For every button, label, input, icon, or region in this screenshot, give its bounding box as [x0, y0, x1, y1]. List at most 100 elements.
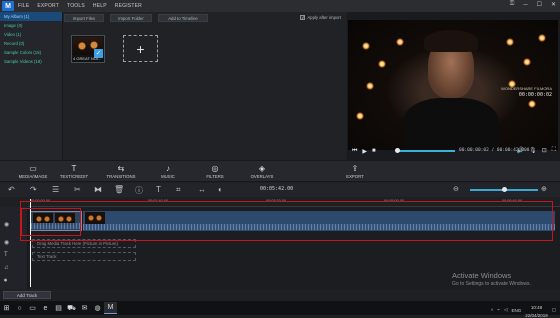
highlight-box	[20, 201, 553, 241]
tray-chevron-icon[interactable]: ^	[491, 308, 493, 313]
zoom-out-icon[interactable]: ⊖	[453, 185, 459, 193]
media-thumbnail[interactable]: ✓ 4 GREAT NOI...	[71, 35, 105, 63]
maximize-icon[interactable]: ☐	[537, 1, 542, 8]
snapshot-icon[interactable]: ⊡	[542, 147, 547, 154]
import-files-button[interactable]: Import Files	[64, 14, 104, 22]
activate-subtitle: Go to Settings to activate Windows.	[452, 281, 531, 287]
filters-icon: ◎	[211, 164, 219, 173]
tab-overlays[interactable]: ◈ OVERLAYS	[237, 164, 287, 179]
tab-export[interactable]: ⇪ EXPORT	[330, 164, 380, 179]
system-tray: ^ ⌁ ◁ ENG 10:48 22/04/2019 ▢	[491, 302, 556, 318]
video-preview[interactable]: WONDERSHARE FILMORA 00:00:00:02	[348, 20, 558, 150]
pip-track-eye-icon[interactable]: ◉	[4, 239, 9, 246]
text-icon: T	[71, 164, 77, 173]
menu-file[interactable]: FILE	[18, 3, 29, 9]
network-icon[interactable]: ⌁	[497, 307, 500, 313]
library-item-video[interactable]: Video (1)	[0, 30, 62, 39]
tab-filters[interactable]: ◎ FILTERS	[190, 164, 240, 179]
library-item-sample-videos[interactable]: Sample Videos (18)	[0, 57, 62, 66]
undo-icon[interactable]: ↶	[8, 185, 15, 194]
video-track-eye-icon[interactable]: ◉	[4, 221, 9, 228]
light-bulb	[366, 82, 374, 90]
zoom-in-icon[interactable]: ⊕	[541, 185, 547, 193]
cut-icon[interactable]: ✂	[74, 185, 81, 194]
filmora-taskbar-icon[interactable]: M	[104, 302, 117, 314]
overlays-icon: ◈	[258, 164, 266, 173]
add-to-timeline-button[interactable]: Add to Timeline	[158, 14, 208, 22]
tab-text-credit[interactable]: T TEXT/CREDIT	[49, 164, 99, 179]
title-bar: M FILE EXPORT TOOLS HELP REGISTER ⚿ ─ ☐ …	[0, 0, 560, 12]
apply-after-import[interactable]: ✓ Apply after import	[300, 15, 341, 20]
add-track-button[interactable]: Add Track	[3, 291, 51, 299]
library-item-image[interactable]: Image (0)	[0, 21, 62, 30]
store-icon[interactable]: ⛟	[65, 302, 78, 314]
tab-transitions[interactable]: ⇆ TRANSITIONS	[96, 164, 146, 179]
light-bulb	[396, 38, 404, 46]
library-item-sample-colors[interactable]: Sample Colors (15)	[0, 48, 62, 57]
plus-icon[interactable]: +	[123, 35, 158, 62]
color-icon[interactable]: ◐	[218, 185, 223, 194]
close-icon[interactable]: ✕	[551, 1, 556, 8]
fullscreen-icon[interactable]: ⛶	[552, 147, 556, 154]
tab-label: TEXT/CREDIT	[59, 174, 89, 179]
import-folder-button[interactable]: Import Folder	[110, 14, 152, 22]
microphone-icon[interactable]: 🎙	[529, 147, 537, 154]
windows-start-icon[interactable]: ⊞	[0, 302, 13, 314]
tab-label: MUSIC	[161, 174, 175, 179]
music-icon: ♪	[166, 164, 170, 173]
crop-icon[interactable]: ⌗	[176, 185, 181, 195]
preview-time: 00:00:00:02	[518, 92, 552, 98]
search-icon[interactable]: ○	[13, 302, 26, 314]
effects-bar: ▭ MEDIA/IMAGE T TEXT/CREDIT ⇆ TRANSITION…	[0, 160, 560, 182]
library-item-record[interactable]: Record (0)	[0, 39, 62, 48]
checkbox-icon[interactable]: ✓	[300, 15, 306, 20]
library-item-my-album[interactable]: My Album (1)	[0, 12, 62, 21]
window-controls: ⚿ ─ ☐ ✕	[510, 1, 556, 8]
task-view-icon[interactable]: ▭	[26, 302, 39, 314]
file-explorer-icon[interactable]: ▤	[52, 302, 65, 314]
person-hair	[424, 30, 478, 52]
menu-help[interactable]: HELP	[93, 3, 107, 9]
light-bulb	[356, 112, 364, 120]
redo-icon[interactable]: ↷	[30, 185, 37, 194]
tab-label: FILTERS	[206, 174, 224, 179]
preview-panel: WONDERSHARE FILMORA 00:00:00:02	[347, 12, 560, 160]
edge-icon[interactable]: e	[39, 302, 52, 314]
chrome-icon[interactable]: ◍	[91, 302, 104, 314]
menu-tools[interactable]: TOOLS	[67, 3, 85, 9]
windows-taskbar: ⊞ ○ ▭ e ▤ ⛟ ✉ ◍ M ^ ⌁ ◁ ENG 10:48 22/04/…	[0, 301, 560, 318]
split-icon[interactable]: ⧓	[94, 185, 102, 194]
mail-icon[interactable]: ✉	[78, 302, 91, 314]
timeline-timecode: 00:05:42.00	[260, 186, 294, 192]
speed-icon[interactable]: ↔	[198, 185, 206, 194]
menu-export[interactable]: EXPORT	[37, 3, 59, 9]
text-track-icon: T	[4, 252, 8, 258]
edit-toolbar: ↶ ↷ ☰ ✂ ⧓ 🗑 ⓘ T ⌗ ↔ ◐ 00:05:42.00 ⊖ ⊕	[0, 183, 560, 197]
skip-back-icon[interactable]: ⏮	[352, 148, 357, 155]
clock[interactable]: 10:48 22/04/2019	[525, 302, 548, 318]
progress-bar[interactable]	[397, 150, 455, 152]
volume-icon[interactable]: 🔊	[517, 147, 524, 154]
delete-icon[interactable]: 🗑	[114, 185, 124, 194]
stop-icon[interactable]: ■	[372, 148, 376, 154]
light-bulb	[523, 58, 531, 66]
notification-icon[interactable]: ▢	[552, 307, 556, 313]
key-icon[interactable]: ⚿	[510, 1, 515, 8]
menu-register[interactable]: REGISTER	[115, 3, 142, 9]
zoom-handle[interactable]	[502, 187, 507, 192]
highlight-box	[21, 208, 81, 236]
info-icon[interactable]: ⓘ	[135, 185, 143, 196]
play-icon[interactable]: ▶	[362, 148, 367, 155]
apply-after-import-label: Apply after import	[307, 15, 341, 20]
media-panel: Import Files Import Folder Add to Timeli…	[63, 12, 346, 160]
language-indicator[interactable]: ENG	[511, 308, 521, 313]
minimize-icon[interactable]: ─	[523, 2, 527, 8]
tab-music[interactable]: ♪ MUSIC	[143, 164, 193, 179]
properties-icon[interactable]: ☰	[52, 185, 59, 194]
light-bulb	[362, 42, 370, 50]
text-drop-zone[interactable]: Text Track	[32, 252, 136, 261]
person-body	[403, 98, 499, 150]
progress-handle[interactable]	[395, 148, 400, 153]
text-tool-icon[interactable]: T	[156, 185, 161, 194]
speaker-icon[interactable]: ◁	[504, 307, 507, 313]
